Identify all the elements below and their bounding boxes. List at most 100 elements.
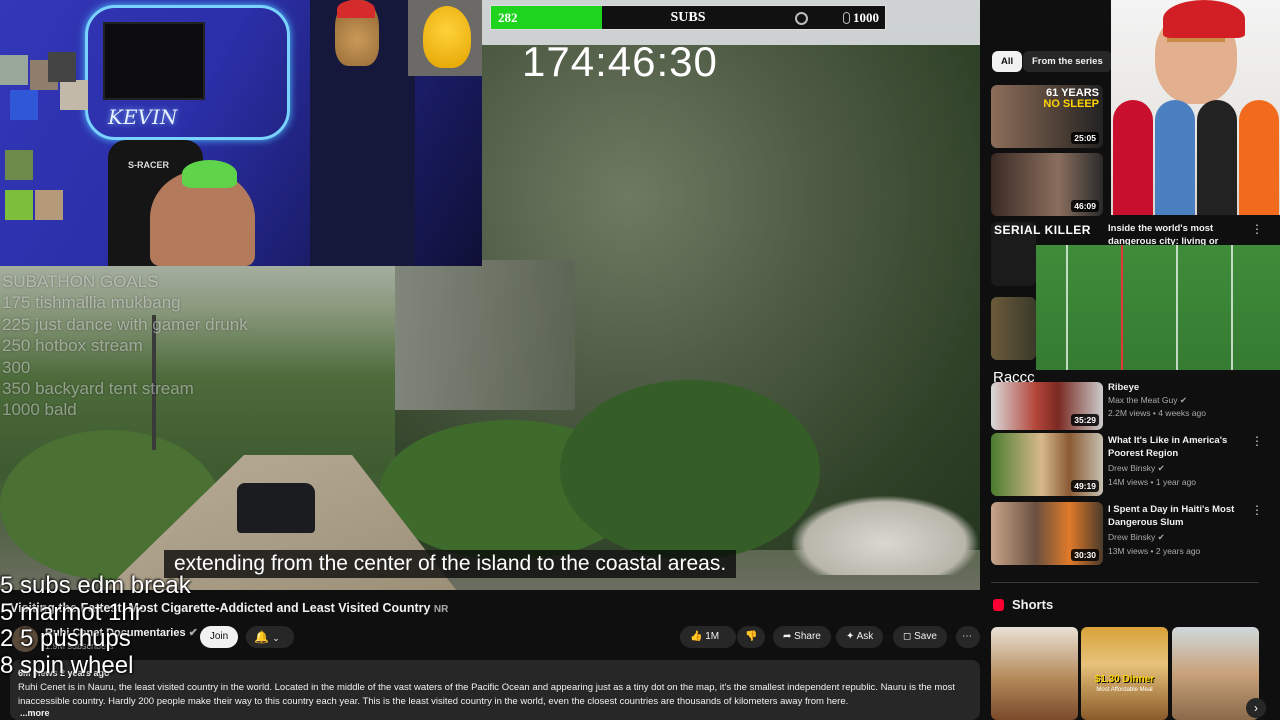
- more-link[interactable]: ...more: [20, 708, 50, 718]
- rec-title[interactable]: Ribeye: [1108, 381, 1243, 394]
- chip-all[interactable]: All: [992, 51, 1023, 72]
- thumbs-down-icon: 👎: [745, 631, 758, 642]
- yard-line: [1066, 245, 1068, 380]
- rec-channel[interactable]: Drew Binsky ✔: [1108, 532, 1165, 543]
- verified-icon: ✔: [1157, 463, 1165, 473]
- chair-brand: S-RACER: [128, 160, 170, 170]
- duration-badge: 49:19: [1071, 480, 1099, 492]
- duration-badge: 30:30: [1071, 549, 1099, 561]
- thumb-text-word: SERIAL: [994, 223, 1041, 237]
- goal-item: 300: [2, 357, 31, 377]
- goal-item: 175 tishmallia mukbang: [2, 293, 181, 313]
- shorts-icon: [993, 599, 1004, 611]
- thumbs-up-icon: 👍: [690, 631, 703, 642]
- ask-button[interactable]: ✦ Ask: [836, 626, 884, 648]
- chevron-down-icon: ⌄: [272, 633, 280, 643]
- more-icon: ⋯: [962, 631, 972, 642]
- share-button[interactable]: ➦ Share: [773, 626, 831, 648]
- more-actions-button[interactable]: ⋯: [956, 626, 980, 648]
- video-frame-car: [237, 483, 315, 533]
- mini-goal-item: 8 spin wheel: [0, 651, 134, 679]
- rec-channel-text: Max the Meat Guy: [1108, 395, 1178, 405]
- thumb-text: NO SLEEP: [1043, 98, 1099, 110]
- rec-channel-text: Drew Binsky: [1108, 463, 1156, 473]
- duration-badge: 46:09: [1071, 200, 1099, 212]
- share-icon: ➦: [783, 631, 792, 642]
- santa-hat-icon: [1163, 0, 1245, 38]
- rec-channel[interactable]: Max the Meat Guy ✔: [1108, 395, 1187, 406]
- more-vert-icon[interactable]: ⋮: [1251, 434, 1263, 448]
- description-text: Ruhi Cenet is in Nauru, the least visite…: [18, 682, 956, 707]
- emote-icon: [5, 190, 33, 220]
- rec-meta: 13M views • 2 years ago: [1108, 546, 1201, 556]
- subs-label: SUBS: [670, 10, 706, 25]
- save-label: Save: [914, 631, 937, 642]
- rec-channel-text: Drew Binsky: [1108, 532, 1156, 542]
- bell-icon: 🔔: [254, 630, 269, 644]
- short-thumbnail[interactable]: [991, 627, 1078, 720]
- save-button[interactable]: ◻ Save: [893, 626, 947, 648]
- thumb-text-word: KILLER: [1044, 223, 1091, 237]
- mini-goal-item: 5 subs edm break: [0, 572, 191, 599]
- shorts-heading: Shorts: [1012, 597, 1054, 612]
- subathon-timer: 174:46:30: [522, 38, 718, 85]
- subathon-goals: SUBATHON GOALS 175 tishmallia mukbang 22…: [2, 271, 248, 421]
- bookmark-icon: ◻: [903, 631, 912, 642]
- goal-item: 250 hotbox stream: [2, 336, 143, 356]
- short-subcaption: Most Affordable Meal: [1096, 687, 1153, 693]
- rec-thumbnail[interactable]: 35:29: [991, 382, 1103, 430]
- like-button[interactable]: 👍 1M: [680, 626, 736, 648]
- chip-from-series[interactable]: From the series: [1023, 51, 1112, 72]
- more-vert-icon[interactable]: ⋮: [1251, 503, 1263, 517]
- join-button[interactable]: Join: [200, 626, 238, 648]
- divider: [991, 582, 1259, 583]
- mini-goals-overlay: 5 subs edm break 5 marmot 1hr 2 5 pushup…: [0, 572, 191, 679]
- rec-meta: 2.2M views • 4 weeks ago: [1108, 408, 1206, 418]
- rec-title[interactable]: What It's Like in America's Poorest Regi…: [1108, 434, 1243, 460]
- emote-icon: [48, 52, 76, 82]
- notifications-button[interactable]: 🔔 ⌄: [246, 626, 294, 648]
- rec-thumbnail[interactable]: 46:09: [991, 153, 1103, 216]
- video-frame-rocks: [790, 495, 980, 575]
- kid-jersey: [1197, 100, 1237, 215]
- ask-label: Ask: [856, 631, 874, 642]
- sparkle-icon: ✦: [846, 631, 855, 642]
- score-bar: [1036, 370, 1280, 380]
- like-count: 1M: [705, 631, 720, 642]
- santa-hat-icon: [337, 0, 375, 18]
- neon-sign: KEVIN: [108, 105, 178, 129]
- guest-webcam: [1111, 0, 1280, 215]
- football-stream-overlay: [1036, 245, 1280, 380]
- kid-jersey: [1155, 100, 1195, 215]
- rec-thumbnail[interactable]: [991, 297, 1036, 360]
- rec-thumbnail[interactable]: 61 YEARS NO SLEEP 25:05: [991, 85, 1103, 148]
- mini-goal-item: 5 marmot 1hr: [0, 598, 143, 626]
- rec-thumbnail[interactable]: 30:30: [991, 502, 1103, 565]
- rec-thumbnail[interactable]: 49:19: [991, 433, 1103, 496]
- frog-hat: [182, 160, 237, 188]
- emote-icon: [5, 150, 33, 180]
- yard-line: [1176, 245, 1178, 380]
- video-frame-rock: [395, 260, 575, 410]
- duck-icon: [423, 6, 471, 68]
- short-thumbnail[interactable]: $1.30 Dinner Most Affordable Meal: [1081, 627, 1168, 720]
- goals-header: SUBATHON GOALS: [2, 272, 159, 291]
- chevron-right-icon[interactable]: ›: [1246, 698, 1266, 718]
- kid-jersey: [1239, 100, 1279, 215]
- mic-icon: [843, 12, 850, 24]
- rating-badge: NR: [433, 604, 449, 615]
- subs-goal: 1000: [853, 10, 879, 25]
- thumb-text: SERIAL KILLER: [994, 223, 1091, 237]
- video-caption: extending from the center of the island …: [164, 550, 737, 578]
- more-vert-icon[interactable]: ⋮: [1251, 222, 1263, 236]
- verified-icon: ✔: [1157, 532, 1165, 542]
- goal-item: 1000 bald: [2, 400, 77, 420]
- duration-badge: 35:29: [1071, 414, 1099, 426]
- goal-item: 225 just dance with gamer drunk: [2, 314, 248, 334]
- rec-title[interactable]: I Spent a Day in Haiti's Most Dangerous …: [1108, 503, 1243, 529]
- dislike-button[interactable]: 👎: [737, 626, 765, 648]
- goal-item: 350 backyard tent stream: [2, 379, 194, 399]
- rec-channel[interactable]: Drew Binsky ✔: [1108, 463, 1165, 474]
- emote-icon: [0, 55, 28, 85]
- search-icon: [795, 12, 808, 25]
